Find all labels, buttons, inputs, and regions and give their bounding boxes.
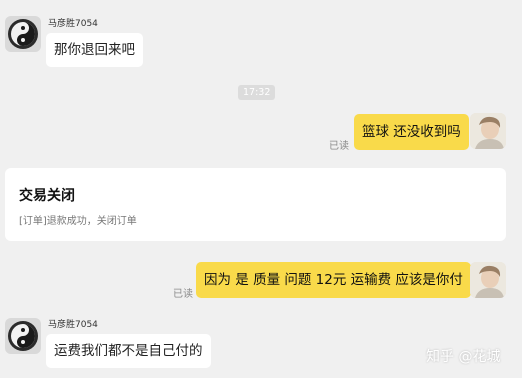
- read-status: 已读: [173, 289, 193, 300]
- incoming-message-bubble[interactable]: 运费我们都不是自己付的: [46, 334, 211, 368]
- self-avatar[interactable]: [470, 113, 506, 149]
- read-status: 已读: [329, 141, 349, 152]
- contact-avatar[interactable]: [5, 16, 41, 52]
- order-card-detail: [订单]退款成功，关闭订单: [19, 216, 137, 227]
- order-status-card[interactable]: 交易关闭 [订单]退款成功，关闭订单: [5, 168, 506, 241]
- sender-name: 马彦胜7054: [48, 320, 98, 330]
- contact-avatar[interactable]: [5, 318, 41, 354]
- user-photo-avatar-icon: [470, 113, 506, 149]
- self-avatar[interactable]: [470, 262, 506, 298]
- watermark-text: 知乎 @花城: [426, 349, 501, 365]
- timestamp-pill: 17:32: [238, 85, 276, 100]
- outgoing-message-bubble[interactable]: 因为 是 质量 问题 12元 运输费 应该是你付: [196, 262, 471, 298]
- order-card-title: 交易关闭: [19, 188, 75, 204]
- sender-name: 马彦胜7054: [48, 19, 98, 29]
- user-photo-avatar-icon: [470, 262, 506, 298]
- yin-yang-avatar-icon: [5, 318, 41, 354]
- incoming-message-bubble[interactable]: 那你退回来吧: [46, 33, 143, 67]
- yin-yang-avatar-icon: [5, 16, 41, 52]
- outgoing-message-bubble[interactable]: 篮球 还没收到吗: [354, 114, 469, 150]
